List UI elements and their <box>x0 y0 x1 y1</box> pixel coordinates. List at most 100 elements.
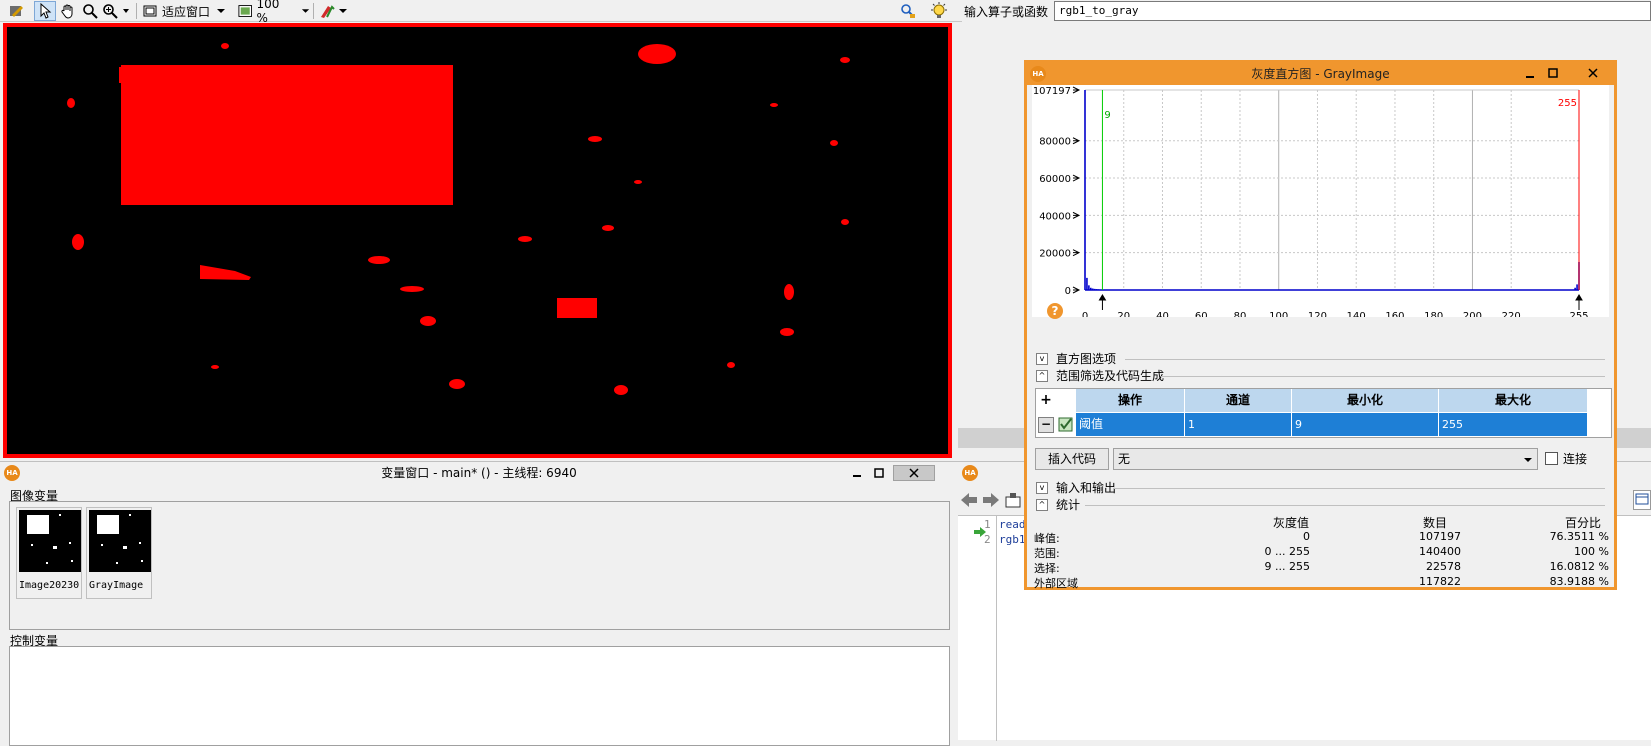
stats-row-gray: 0 <box>1303 530 1310 543</box>
operator-input[interactable]: rgb1_to_gray <box>1054 1 1651 21</box>
code-line[interactable]: rgb1 <box>999 533 1026 546</box>
collapse-chevron-icon[interactable]: ^ <box>1036 499 1048 511</box>
x-tick-label: 220 <box>1502 311 1521 317</box>
code-line[interactable]: read <box>999 518 1026 531</box>
insert-code-select[interactable]: 无 <box>1113 448 1538 470</box>
gray-histogram-dialog: HA 灰度直方图 - GrayImage 0 20000 40000 60000 800… <box>1024 60 1617 590</box>
histogram-titlebar[interactable]: HA 灰度直方图 - GrayImage <box>1027 63 1614 85</box>
stats-row-count: 22578 <box>1426 560 1461 573</box>
connect-label: 连接 <box>1563 452 1588 466</box>
stats-row-gray: 9 ... 255 <box>1264 560 1310 573</box>
pointer-tool-icon[interactable] <box>34 1 56 21</box>
stats-row-count: 140400 <box>1419 545 1461 558</box>
stats-row-percent: 100 % <box>1574 545 1609 558</box>
pan-hand-icon[interactable] <box>58 1 78 21</box>
chevron-down-icon <box>301 9 310 13</box>
x-tick-label: 255 <box>1569 311 1588 317</box>
connect-checkbox[interactable] <box>1545 452 1558 465</box>
stats-header-percent: 百分比 <box>1565 516 1602 530</box>
row-enabled-checkbox-icon[interactable] <box>1058 416 1074 434</box>
close-icon[interactable] <box>893 465 935 481</box>
toolbar-separator <box>136 3 137 19</box>
zoom-level-icon <box>238 5 253 17</box>
halcon-logo-icon: HA <box>962 465 978 481</box>
maximize-icon[interactable] <box>868 465 890 481</box>
stats-row-label: 选择: <box>1034 562 1060 575</box>
image-variable-thumb[interactable]: Image20230 <box>16 507 82 599</box>
histogram-chart[interactable]: 0 20000 40000 60000 80000 107197 0 20 40 60 80 100 1… <box>1027 85 1614 317</box>
inspect-icon[interactable] <box>898 1 918 21</box>
histogram-plot-background <box>1032 85 1609 317</box>
color-tools-icon[interactable] <box>318 1 350 21</box>
program-counter-arrow-icon <box>973 526 987 538</box>
stats-row-label: 外部区域 <box>1034 577 1078 590</box>
table-cell-min[interactable]: 9 <box>1292 413 1439 436</box>
chevron-down-icon <box>1524 458 1532 462</box>
histogram-options-section[interactable]: 直方图选项 <box>1056 350 1116 367</box>
table-header-operation: 操作 <box>1076 389 1185 412</box>
maximize-icon[interactable] <box>1542 65 1564 81</box>
image-variable-name: GrayImage <box>89 580 144 591</box>
table-header-channel: 通道 <box>1185 389 1292 412</box>
min-threshold-label: 9 <box>1104 110 1110 121</box>
range-filter-section[interactable]: 范围筛选及代码生成 <box>1056 367 1164 384</box>
section-divider <box>1085 505 1605 506</box>
back-arrow-icon[interactable] <box>960 492 978 508</box>
image-variable-thumb[interactable]: GrayImage <box>86 507 152 599</box>
x-tick-label: 0 <box>1082 311 1088 317</box>
toolbar-separator <box>313 3 314 19</box>
image-thumbnail <box>19 510 81 572</box>
x-tick-label: 140 <box>1347 311 1366 317</box>
close-icon[interactable] <box>1575 65 1611 81</box>
lightbulb-settings-icon[interactable] <box>928 1 950 21</box>
section-divider <box>1125 359 1605 360</box>
section-divider <box>1113 488 1605 489</box>
expand-chevron-icon[interactable]: v <box>1036 353 1048 365</box>
x-tick-label: 60 <box>1195 311 1208 317</box>
stats-header-gray: 灰度值 <box>1273 516 1310 530</box>
stats-header-count: 数目 <box>1423 516 1448 530</box>
table-header-min: 最小化 <box>1292 389 1439 412</box>
y-tick-label: 80000 <box>1039 137 1071 148</box>
fit-window-dropdown[interactable]: 适应窗口 <box>142 1 234 21</box>
expand-chevron-icon[interactable]: v <box>1036 482 1048 494</box>
stats-row-percent: 83.9188 % <box>1549 575 1609 588</box>
stats-row-percent: 16.0812 % <box>1549 560 1609 573</box>
max-threshold-label: 255 <box>1558 98 1577 109</box>
stats-section[interactable]: 统计 <box>1056 496 1080 513</box>
x-tick-label: 100 <box>1269 311 1288 317</box>
variable-window-title: 变量窗口 - main* () - 主线程: 6940 <box>381 466 577 480</box>
y-tick-label: 20000 <box>1039 249 1071 260</box>
insert-code-button[interactable]: 插入代码 <box>1035 448 1109 470</box>
table-header-max: 最大化 <box>1439 389 1588 412</box>
zoom-dropdown[interactable]: 100 % <box>238 0 310 25</box>
x-tick-label: 160 <box>1385 311 1404 317</box>
zoom-icon[interactable] <box>101 1 131 21</box>
program-toolbar-icon[interactable] <box>1633 490 1651 510</box>
zoom-level-label: 100 % <box>256 0 280 25</box>
io-section[interactable]: 输入和输出 <box>1056 479 1116 496</box>
y-tick-label: 107197 <box>1033 86 1071 97</box>
image-variable-name: Image20230 <box>19 580 80 591</box>
collapse-chevron-icon[interactable]: ^ <box>1036 370 1048 382</box>
x-tick-label: 180 <box>1424 311 1443 317</box>
table-cell-max[interactable]: 255 <box>1439 413 1588 436</box>
insert-icon[interactable] <box>1004 492 1022 508</box>
stats-row-label: 范围: <box>1034 547 1060 560</box>
remove-row-icon[interactable]: − <box>1038 417 1054 433</box>
minimize-icon[interactable] <box>1519 66 1541 82</box>
table-cell-operation[interactable]: 阈值 <box>1076 413 1185 436</box>
graphics-window[interactable] <box>7 27 948 454</box>
forward-arrow-icon[interactable] <box>982 492 1000 508</box>
add-row-icon[interactable]: + <box>1038 393 1054 409</box>
image-thumbnail <box>89 510 151 572</box>
range-table: + − 操作 通道 最小化 最大化 阈值 1 9 255 <box>1035 388 1612 438</box>
magnifier-icon[interactable] <box>80 1 100 21</box>
minimize-icon[interactable] <box>846 465 868 481</box>
table-cell-channel[interactable]: 1 <box>1185 413 1292 436</box>
x-tick-label: 80 <box>1234 311 1247 317</box>
help-icon[interactable]: ? <box>1047 303 1063 319</box>
stats-row-count: 107197 <box>1419 530 1461 543</box>
edit-icon[interactable] <box>6 1 26 21</box>
x-tick-label: 20 <box>1117 311 1130 317</box>
